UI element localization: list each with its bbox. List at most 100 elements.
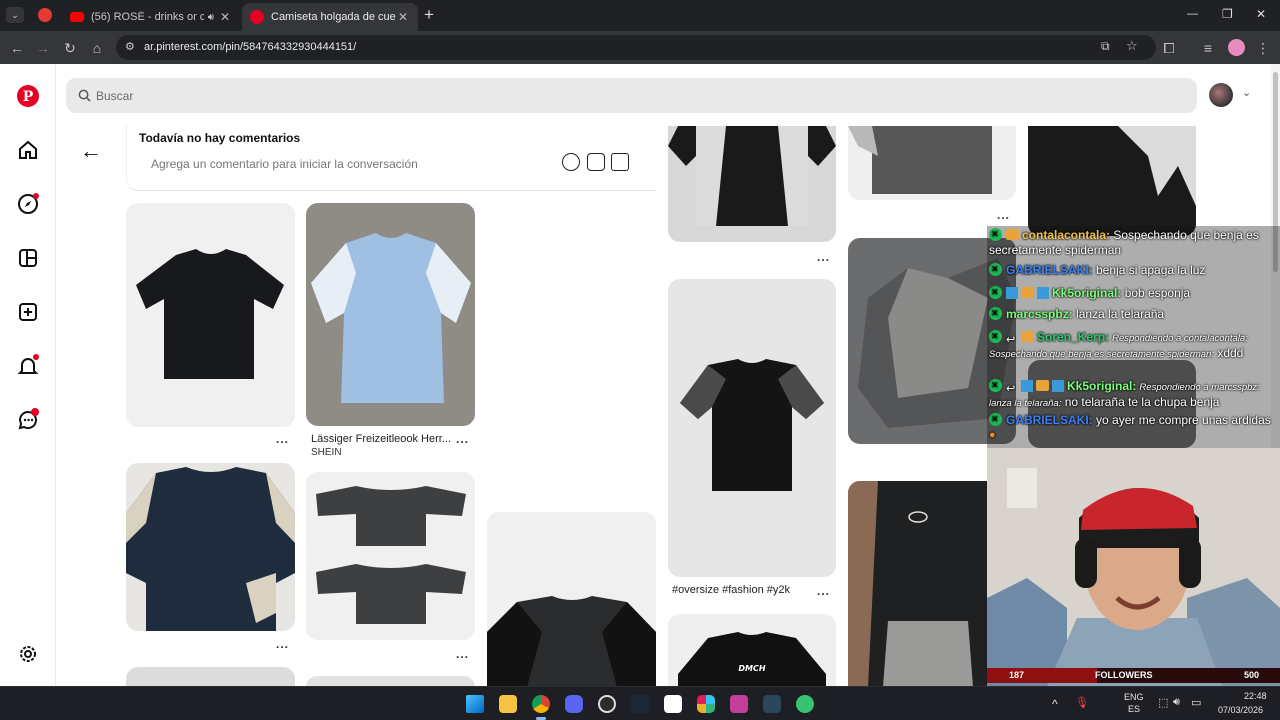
badge-icon (1037, 287, 1049, 299)
volume-icon[interactable]: 🔊︎ (1173, 696, 1180, 709)
pin-caption[interactable]: Lässiger Freizeitleook Herr... (311, 433, 451, 445)
home-icon[interactable]: ⌂ (88, 39, 106, 57)
discord-icon[interactable] (565, 695, 583, 713)
steam-app-icon[interactable] (763, 695, 781, 713)
profile-avatar[interactable] (1228, 39, 1245, 56)
sub-badge-icon (1021, 287, 1034, 298)
app-icon[interactable] (730, 695, 748, 713)
chat-text: yo ayer me compre unas ardidas (1092, 413, 1271, 427)
pin-caption[interactable]: #oversize #fashion #y2k (672, 584, 790, 596)
clock-date[interactable]: 07/03/2026 (1218, 705, 1263, 715)
settings-gear-icon[interactable] (16, 642, 40, 666)
search-placeholder: Buscar (96, 89, 134, 103)
close-button[interactable]: ✕ (1256, 7, 1266, 21)
pinned-tab-icon[interactable] (38, 8, 52, 22)
sticker-icon[interactable] (587, 153, 605, 171)
mod-badge-icon (989, 412, 1002, 426)
chat-message: contalacontala: Sospechando que benja es… (989, 227, 1277, 258)
browser-tab-bar: ⌄ (56) ROSÉ - drinks or coffee 🔊︎ ✕ Cami… (0, 0, 1280, 31)
chat-message: ↩Kk5original: Respondiendo a marcsspbz: … (989, 378, 1277, 411)
pin-more-button[interactable]: ... (276, 637, 289, 651)
pin-more-button[interactable]: ... (456, 647, 469, 661)
steam-icon[interactable] (631, 695, 649, 713)
mod-badge-icon (989, 285, 1002, 299)
pin-more-button[interactable]: ... (276, 432, 289, 446)
comment-input[interactable]: Agrega un comentario para iniciar la con… (138, 147, 643, 179)
pin-more-button[interactable]: ... (997, 208, 1010, 222)
pin-gray-tshirt-top[interactable] (848, 126, 1016, 200)
pinterest-sidebar: P (0, 64, 56, 686)
account-chevron-down-icon[interactable]: ⌄ (1242, 86, 1251, 99)
image-upload-icon[interactable] (611, 153, 629, 171)
emoji-icon[interactable] (562, 153, 580, 171)
pin-black-gray-tshirt[interactable] (668, 279, 836, 577)
site-info-icon[interactable]: ⚙ (125, 40, 135, 53)
back-icon[interactable]: ← (8, 39, 26, 57)
explore-icon[interactable] (16, 192, 40, 216)
adidas-shirt-image (126, 467, 295, 631)
slack-icon[interactable] (697, 695, 715, 713)
back-arrow-icon[interactable]: ← (80, 138, 102, 164)
tab-youtube[interactable]: (56) ROSÉ - drinks or coffee 🔊︎ ✕ (62, 3, 240, 31)
windows-taskbar: ^ 🎙︎ ENG ES ⬚ 🔊︎ ▭ 22:48 07/03/2026 (0, 686, 1280, 720)
create-icon[interactable] (16, 300, 40, 324)
sub-badge-icon (1006, 229, 1019, 240)
pin-black-panel-shirt[interactable] (487, 512, 656, 687)
windows-start-icon[interactable] (466, 695, 484, 713)
notifications-icon[interactable] (16, 354, 40, 378)
menu-icon[interactable]: ⋮ (1254, 39, 1272, 57)
pin-black-tshirt[interactable] (126, 203, 295, 427)
app-icon[interactable] (796, 695, 814, 713)
address-bar[interactable]: ⚙ ar.pinterest.com/pin/58476433293044415… (116, 35, 1156, 60)
pin-more-button[interactable]: ... (817, 250, 830, 264)
notion-icon[interactable] (664, 695, 682, 713)
extensions-icon[interactable]: ⧠ (1160, 39, 1178, 57)
home-icon[interactable] (16, 138, 40, 162)
install-app-icon[interactable]: ⧉ (1101, 39, 1110, 54)
tab-search-button[interactable]: ⌄ (6, 7, 24, 23)
chat-username: Kk5original: (1067, 379, 1137, 393)
language-indicator[interactable]: ENG (1124, 692, 1144, 702)
file-explorer-icon[interactable] (499, 695, 517, 713)
reply-arrow-icon: ↩ (1006, 383, 1016, 395)
chrome-icon[interactable] (532, 695, 550, 713)
pin-more-button[interactable]: ... (456, 432, 469, 446)
pin-dmch-shirt[interactable]: DMCH (668, 614, 836, 687)
clock-time[interactable]: 22:48 (1244, 691, 1267, 701)
network-icon[interactable]: ⬚ (1158, 696, 1168, 709)
account-avatar[interactable] (1209, 83, 1233, 107)
region-indicator[interactable]: ES (1128, 704, 1140, 714)
chat-username: Soren_Kerp: (1037, 330, 1110, 344)
new-tab-button[interactable]: + (424, 5, 434, 25)
maximize-button[interactable]: ❐ (1222, 7, 1233, 21)
search-bar[interactable]: Buscar (66, 78, 1197, 113)
followers-current: 187 (1009, 670, 1025, 680)
pinterest-logo-icon[interactable]: P (16, 84, 40, 108)
tray-arrow-icon[interactable]: ^ (1052, 697, 1058, 711)
pin-navy-adidas-shirt[interactable] (126, 463, 295, 631)
pin-black-white-shirt-top[interactable] (668, 126, 836, 242)
tab-pinterest[interactable]: Camiseta holgada de cuello re… ✕ (242, 3, 418, 31)
minimize-button[interactable]: — (1187, 8, 1198, 20)
pin-more-button[interactable]: ... (817, 584, 830, 598)
pin-dark-flame-shirt[interactable] (1028, 126, 1196, 236)
battery-icon[interactable]: ▭ (1191, 696, 1201, 709)
tab-close-icon[interactable]: ✕ (218, 10, 232, 24)
reload-icon[interactable]: ↻ (61, 39, 79, 57)
tab-close-icon[interactable]: ✕ (396, 10, 410, 24)
pin-source[interactable]: SHEIN (311, 447, 342, 458)
microphone-icon[interactable]: 🎙︎ (1075, 696, 1089, 709)
bookmark-star-icon[interactable]: ☆ (1126, 38, 1138, 54)
messages-icon[interactable] (16, 408, 40, 432)
svg-text:P: P (23, 89, 34, 105)
media-control-icon[interactable]: ≡ (1199, 39, 1217, 57)
fire-emoji-icon: ● (989, 429, 996, 441)
boards-icon[interactable] (16, 246, 40, 270)
pin-partial[interactable] (126, 667, 295, 687)
forward-icon[interactable]: → (34, 39, 52, 57)
pin-blue-white-shirt[interactable] (306, 203, 475, 426)
obs-icon[interactable] (598, 695, 616, 713)
speaker-icon[interactable]: 🔊︎ (208, 12, 214, 23)
badge-icon (1006, 287, 1018, 299)
pin-gray-longsleeve[interactable] (306, 472, 475, 640)
